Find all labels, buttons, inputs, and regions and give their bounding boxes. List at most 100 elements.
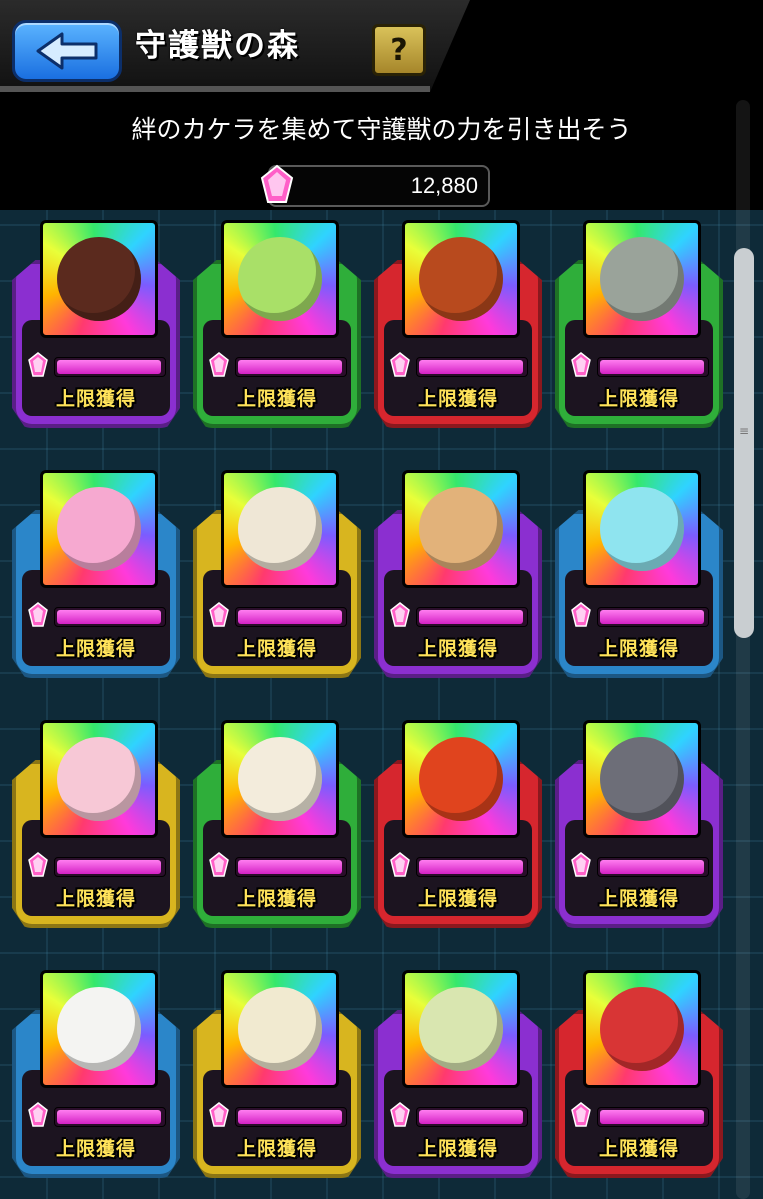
guardian-card[interactable]: 上限獲得 <box>374 720 542 928</box>
card-status-label: 上限獲得 <box>417 388 498 410</box>
guardian-figure <box>419 487 503 571</box>
guardian-portrait <box>583 470 701 588</box>
guardian-card[interactable]: 上限獲得 <box>12 220 180 428</box>
guardian-portrait <box>40 970 158 1088</box>
progress-gauge <box>597 1107 709 1127</box>
guardian-portrait <box>583 220 701 338</box>
pink-gem-icon <box>390 1102 410 1127</box>
progress-gauge-fill <box>419 360 523 374</box>
guardian-portrait <box>221 720 339 838</box>
progress-gauge <box>597 357 709 377</box>
progress-gauge <box>235 1107 347 1127</box>
progress-gauge <box>416 857 528 877</box>
guardian-card[interactable]: 上限獲得 <box>193 970 361 1178</box>
card-status-label: 上限獲得 <box>55 1138 136 1160</box>
pink-gem-icon <box>209 852 229 877</box>
card-status-label: 上限獲得 <box>55 388 136 410</box>
progress-gauge-fill <box>57 860 161 874</box>
card-status-label: 上限獲得 <box>236 638 317 660</box>
progress-gauge <box>597 607 709 627</box>
pink-gem-icon <box>571 852 591 877</box>
progress-gauge-fill <box>419 1110 523 1124</box>
progress-gauge <box>416 607 528 627</box>
progress-gauge-fill <box>600 360 704 374</box>
help-button[interactable]: ? <box>372 24 426 76</box>
progress-gauge <box>416 1107 528 1127</box>
guardian-card[interactable]: 上限獲得 <box>193 720 361 928</box>
guardian-portrait <box>40 220 158 338</box>
currency-value: 12,880 <box>410 173 478 198</box>
guardian-figure <box>600 487 684 571</box>
guardian-card[interactable]: 上限獲得 <box>555 970 723 1178</box>
progress-gauge <box>54 357 166 377</box>
pink-gem-icon <box>571 1102 591 1127</box>
progress-gauge <box>235 357 347 377</box>
scrollbar-grip-icon: ≡ <box>738 424 750 438</box>
progress-gauge <box>54 607 166 627</box>
guardian-figure <box>419 737 503 821</box>
guardian-card[interactable]: 上限獲得 <box>12 970 180 1178</box>
guardian-portrait <box>40 720 158 838</box>
pink-gem-icon <box>260 164 294 203</box>
guardian-card[interactable]: 上限獲得 <box>555 470 723 678</box>
guardian-figure <box>419 987 503 1071</box>
guardian-portrait <box>402 220 520 338</box>
guardian-portrait <box>221 220 339 338</box>
progress-gauge-fill <box>600 610 704 624</box>
page-title: 守護獣の森 <box>135 28 300 64</box>
pink-gem-icon <box>28 602 48 627</box>
card-status-label: 上限獲得 <box>55 888 136 910</box>
guardian-card[interactable]: 上限獲得 <box>374 970 542 1178</box>
guardian-figure <box>57 487 141 571</box>
progress-gauge-fill <box>238 360 342 374</box>
guardian-card[interactable]: 上限獲得 <box>374 470 542 678</box>
card-status-label: 上限獲得 <box>417 888 498 910</box>
guardian-portrait <box>402 470 520 588</box>
progress-gauge-fill <box>238 610 342 624</box>
pink-gem-icon <box>390 352 410 377</box>
title-bar-edge <box>0 86 430 92</box>
card-status-label: 上限獲得 <box>55 638 136 660</box>
scrollbar-thumb[interactable]: ≡ <box>734 248 754 638</box>
progress-gauge-fill <box>600 860 704 874</box>
header: 守護獣の森 ? 絆のカケラを集めて守護獣の力を引き出そう 12,880 <box>0 0 763 210</box>
guardian-figure <box>57 737 141 821</box>
progress-gauge-fill <box>238 1110 342 1124</box>
guardian-card[interactable]: 上限獲得 <box>193 470 361 678</box>
guardian-figure <box>419 237 503 321</box>
progress-gauge-fill <box>57 360 161 374</box>
guardian-portrait <box>583 970 701 1088</box>
guardian-card[interactable]: 上限獲得 <box>12 470 180 678</box>
progress-gauge-fill <box>57 1110 161 1124</box>
guardian-portrait <box>40 470 158 588</box>
guardian-card[interactable]: 上限獲得 <box>12 720 180 928</box>
guardian-portrait <box>402 720 520 838</box>
guardian-card[interactable]: 上限獲得 <box>374 220 542 428</box>
pink-gem-icon <box>571 602 591 627</box>
currency-display: 12,880 <box>268 165 490 207</box>
back-button[interactable] <box>12 20 122 82</box>
progress-gauge-fill <box>419 610 523 624</box>
progress-gauge <box>235 857 347 877</box>
guardian-figure <box>238 737 322 821</box>
guardian-card[interactable]: 上限獲得 <box>555 720 723 928</box>
pink-gem-icon <box>390 852 410 877</box>
guardian-card[interactable]: 上限獲得 <box>193 220 361 428</box>
card-status-label: 上限獲得 <box>598 1138 679 1160</box>
progress-gauge <box>416 357 528 377</box>
progress-gauge-fill <box>57 610 161 624</box>
pink-gem-icon <box>209 352 229 377</box>
progress-gauge-fill <box>419 860 523 874</box>
guardian-portrait <box>402 970 520 1088</box>
pink-gem-icon <box>390 602 410 627</box>
card-status-label: 上限獲得 <box>236 388 317 410</box>
guardian-figure <box>57 237 141 321</box>
card-status-label: 上限獲得 <box>598 638 679 660</box>
pink-gem-icon <box>209 1102 229 1127</box>
card-status-label: 上限獲得 <box>236 1138 317 1160</box>
guardian-card[interactable]: 上限獲得 <box>555 220 723 428</box>
card-status-label: 上限獲得 <box>236 888 317 910</box>
back-arrow-icon <box>36 32 98 70</box>
guardian-portrait <box>221 970 339 1088</box>
guardian-figure <box>600 237 684 321</box>
